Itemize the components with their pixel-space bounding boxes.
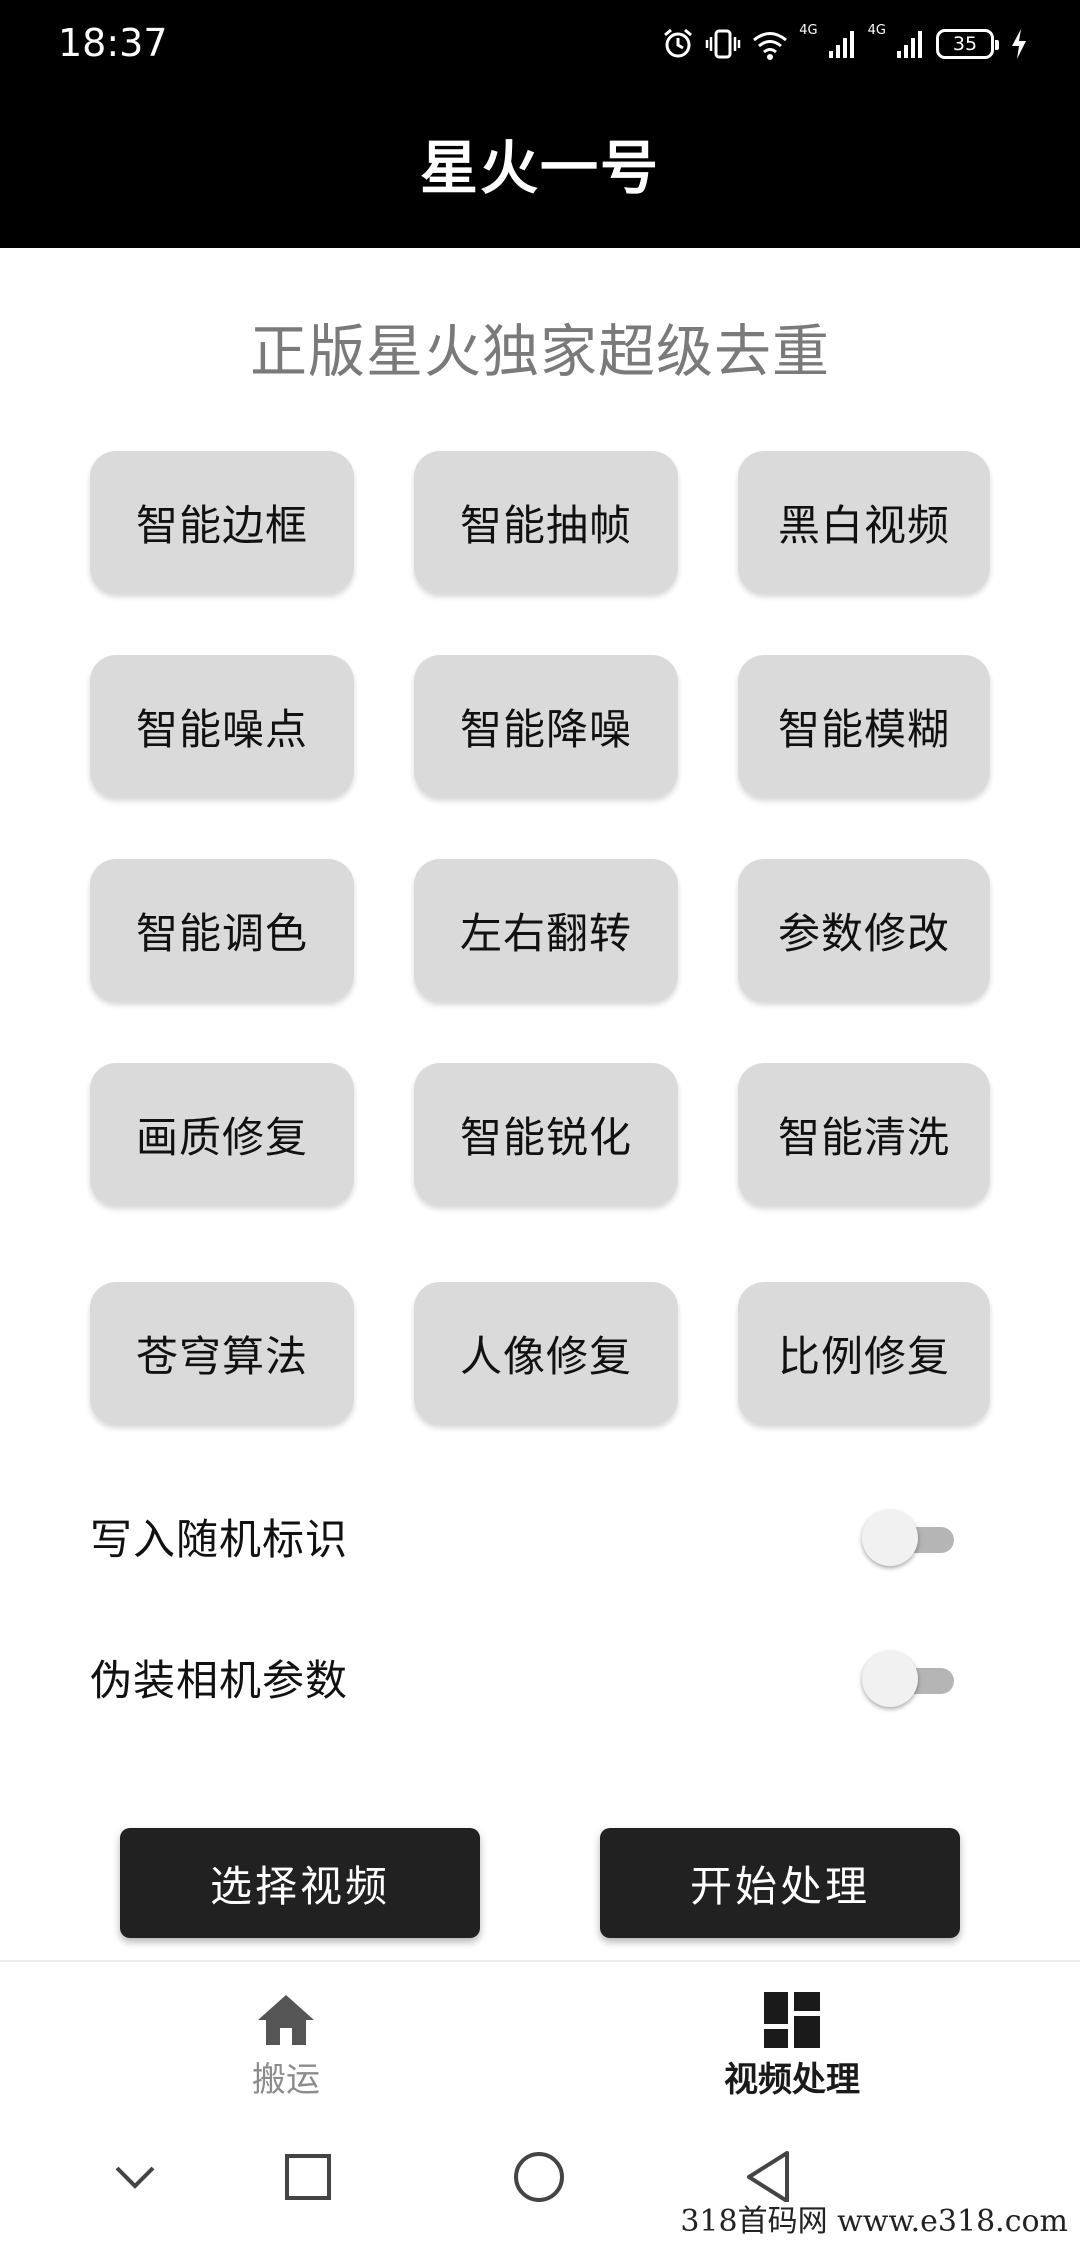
nav-item-video-processing[interactable]: 视频处理 bbox=[642, 1992, 942, 2102]
feature-button[interactable]: 智能噪点 bbox=[90, 655, 354, 797]
switch-thumb bbox=[862, 1510, 918, 1566]
feature-button[interactable]: 苍穹算法 bbox=[90, 1282, 354, 1424]
feature-button[interactable]: 智能边框 bbox=[90, 451, 354, 593]
home-icon bbox=[258, 1995, 314, 2045]
alarm-icon bbox=[664, 28, 693, 58]
system-recents-button[interactable] bbox=[273, 2142, 343, 2212]
screen: 18:37 4G 4G 35 星火一号 正版星火独家超级去重 智能边框 智能抽帧… bbox=[0, 0, 1080, 2244]
page-subtitle: 正版星火独家超级去重 bbox=[250, 319, 830, 385]
status-icons: 4G 4G 35 bbox=[661, 22, 1028, 66]
feature-button[interactable]: 智能锐化 bbox=[414, 1063, 678, 1205]
feature-button[interactable]: 左右翻转 bbox=[414, 859, 678, 1001]
signal-icon bbox=[897, 31, 922, 58]
status-bar: 18:37 4G 4G 35 bbox=[0, 0, 1080, 90]
toggle-label-random-id: 写入随机标识 bbox=[90, 1515, 349, 1564]
system-home-button[interactable] bbox=[504, 2142, 574, 2212]
square-icon bbox=[285, 2154, 331, 2200]
dashboard-icon bbox=[764, 1992, 820, 2048]
wifi-icon bbox=[753, 32, 788, 60]
feature-button[interactable]: 比例修复 bbox=[738, 1282, 990, 1424]
feature-button[interactable]: 参数修改 bbox=[738, 859, 990, 1001]
nav-label: 视频处理 bbox=[724, 2060, 860, 2100]
battery-icon: 35 bbox=[936, 29, 999, 59]
toggle-label-camera-params: 伪装相机参数 bbox=[90, 1656, 349, 1705]
feature-button[interactable]: 智能抽帧 bbox=[414, 451, 678, 593]
start-processing-button[interactable]: 开始处理 bbox=[600, 1828, 960, 1938]
feature-button[interactable]: 人像修复 bbox=[414, 1282, 678, 1424]
battery-level: 35 bbox=[952, 33, 978, 55]
network-type-label: 4G bbox=[799, 23, 818, 38]
feature-button[interactable]: 智能降噪 bbox=[414, 655, 678, 797]
bottom-nav: 搬运 视频处理 bbox=[0, 1960, 1080, 2112]
status-time: 18:37 bbox=[58, 21, 168, 65]
feature-button[interactable]: 智能模糊 bbox=[738, 655, 990, 797]
nav-label: 搬运 bbox=[252, 2060, 320, 2100]
feature-button[interactable]: 智能调色 bbox=[90, 859, 354, 1001]
signal-icon bbox=[828, 31, 854, 58]
app-bar: 星火一号 bbox=[0, 90, 1080, 248]
random-id-switch[interactable] bbox=[862, 1510, 956, 1570]
vibrate-icon bbox=[706, 29, 741, 59]
system-chevron-down-button[interactable] bbox=[100, 2142, 170, 2212]
nav-item-transport[interactable]: 搬运 bbox=[136, 1992, 436, 2102]
watermark-text: 318首码网 www.e318.com bbox=[676, 2202, 1072, 2242]
network-type-label: 4G bbox=[867, 23, 886, 38]
feature-button[interactable]: 黑白视频 bbox=[738, 451, 990, 593]
chevron-down-icon bbox=[115, 2166, 155, 2189]
app-title: 星火一号 bbox=[419, 134, 660, 202]
charging-icon bbox=[1012, 29, 1026, 59]
camera-params-switch[interactable] bbox=[862, 1651, 956, 1711]
feature-button[interactable]: 画质修复 bbox=[90, 1063, 354, 1205]
circle-icon bbox=[514, 2152, 564, 2202]
back-triangle-icon bbox=[747, 2151, 789, 2203]
feature-button[interactable]: 智能清洗 bbox=[738, 1063, 990, 1205]
switch-thumb bbox=[862, 1651, 918, 1707]
select-video-button[interactable]: 选择视频 bbox=[120, 1828, 480, 1938]
